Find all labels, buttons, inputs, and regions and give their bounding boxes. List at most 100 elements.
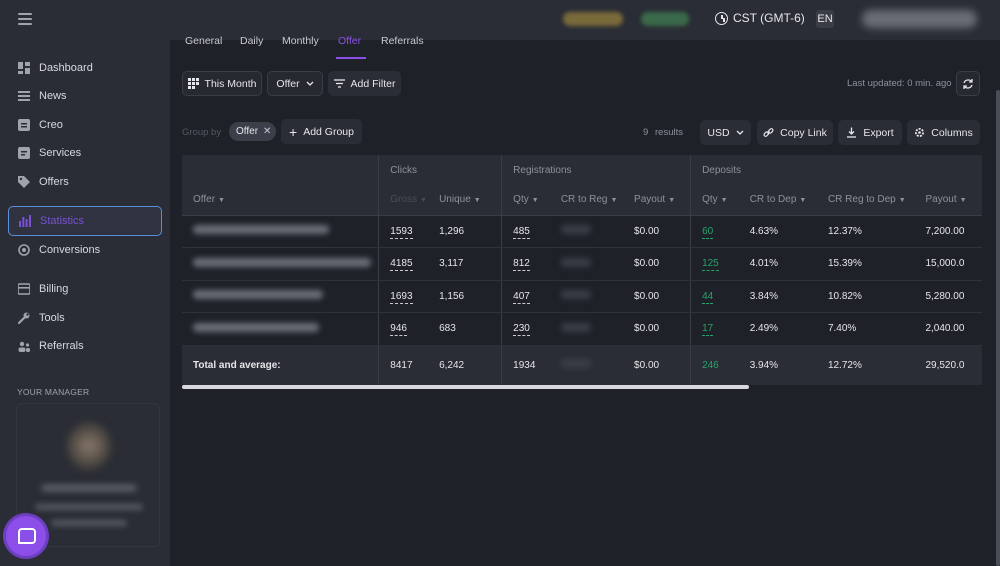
col-unique[interactable]: Unique ▼ bbox=[437, 185, 503, 216]
sidebar-item-billing[interactable]: Billing bbox=[8, 275, 162, 303]
sidebar-item-label: Tools bbox=[39, 312, 65, 324]
col-reg-qty[interactable]: Qty ▼ bbox=[501, 185, 550, 216]
clock-icon bbox=[715, 11, 728, 25]
col-dep-qty[interactable]: Qty ▼ bbox=[690, 185, 739, 216]
table-horizontal-scrollbar[interactable] bbox=[182, 385, 749, 389]
timezone-selector[interactable]: CST (GMT-6) bbox=[715, 11, 805, 25]
reg-qty-value: 230 bbox=[513, 323, 530, 337]
sidebar-item-services[interactable]: Services bbox=[8, 139, 162, 167]
gross-value: 4185 bbox=[390, 258, 413, 272]
col-dep-payout-label: Payout bbox=[925, 194, 957, 206]
link-icon bbox=[763, 128, 774, 137]
sidebar: Dashboard News Creo Services Offers Stat… bbox=[0, 40, 170, 566]
reg-qty-cell[interactable]: 812 bbox=[501, 247, 550, 281]
col-gross[interactable]: Gross ▼ bbox=[378, 185, 438, 216]
sidebar-item-statistics[interactable]: Statistics bbox=[8, 206, 162, 236]
offer-name[interactable] bbox=[182, 280, 380, 313]
manager-name bbox=[41, 484, 137, 492]
wrench-icon bbox=[18, 312, 30, 324]
dep-qty-cell[interactable]: 17 bbox=[690, 312, 739, 346]
sidebar-item-news[interactable]: News bbox=[8, 82, 162, 110]
sidebar-item-referrals[interactable]: Referrals bbox=[8, 332, 162, 360]
offer-name[interactable] bbox=[182, 215, 380, 248]
col-dep-qty-label: Qty bbox=[702, 194, 718, 206]
columns-label: Columns bbox=[931, 126, 973, 139]
cr-to-dep-value: 4.01% bbox=[738, 247, 817, 281]
menu-icon[interactable] bbox=[18, 13, 32, 25]
tab-offer[interactable]: Offer bbox=[338, 35, 361, 47]
reg-qty-cell[interactable]: 230 bbox=[501, 312, 550, 346]
sort-caret-icon: ▼ bbox=[959, 197, 967, 205]
sidebar-item-offers[interactable]: Offers bbox=[8, 168, 162, 196]
gross-cell[interactable]: 1593 bbox=[378, 215, 438, 248]
cr-to-dep-value: 2.49% bbox=[738, 312, 817, 346]
filter-icon bbox=[333, 79, 345, 88]
currency-value: USD bbox=[707, 126, 730, 139]
col-cr-reg-to-dep-label: CR Reg to Dep bbox=[827, 194, 896, 206]
tab-daily[interactable]: Daily bbox=[240, 35, 263, 47]
tab-monthly[interactable]: Monthly bbox=[282, 35, 319, 47]
cr-to-dep-value: 3.84% bbox=[738, 280, 817, 313]
table-row: 1693 1,156 407 $0.00 44 3.84% 10.82% 5,2… bbox=[182, 280, 982, 313]
copy-link-button[interactable]: Copy Link bbox=[757, 120, 833, 145]
dep-qty-value: 44 bbox=[702, 290, 714, 304]
sort-caret-icon: ▼ bbox=[799, 197, 807, 205]
col-offer[interactable]: Offer ▼ bbox=[182, 185, 380, 216]
sidebar-item-conversions[interactable]: Conversions bbox=[8, 236, 162, 264]
dep-qty-cell[interactable]: 60 bbox=[690, 215, 739, 248]
col-cr-reg-to-dep[interactable]: CR Reg to Dep ▼ bbox=[816, 185, 915, 216]
period-button[interactable]: This Month bbox=[182, 71, 262, 96]
gross-value: 1693 bbox=[390, 290, 413, 304]
reg-payout-value: $0.00 bbox=[628, 280, 692, 313]
currency-select[interactable]: USD bbox=[700, 120, 751, 145]
user-menu[interactable] bbox=[862, 10, 977, 28]
chat-button[interactable] bbox=[6, 516, 46, 556]
col-dep-payout[interactable]: Payout ▼ bbox=[914, 185, 982, 216]
col-reg-payout[interactable]: Payout ▼ bbox=[628, 185, 692, 216]
tab-general[interactable]: General bbox=[185, 35, 222, 47]
gross-cell[interactable]: 4185 bbox=[378, 247, 438, 281]
group-registrations: Registrations bbox=[501, 155, 692, 185]
refresh-icon bbox=[963, 78, 973, 89]
offer-name[interactable] bbox=[182, 312, 380, 346]
add-filter-button[interactable]: Add Filter bbox=[328, 71, 401, 96]
dep-qty-cell[interactable]: 44 bbox=[690, 280, 739, 313]
total-cr-reg-to-dep: 12.72% bbox=[816, 345, 915, 385]
dep-payout-value: 7,200.00 bbox=[914, 215, 982, 248]
refresh-button[interactable] bbox=[956, 71, 980, 96]
gross-cell[interactable]: 946 bbox=[378, 312, 438, 346]
dep-qty-cell[interactable]: 125 bbox=[690, 247, 739, 281]
dep-payout-value: 5,280.00 bbox=[914, 280, 982, 313]
total-cr-to-dep: 3.94% bbox=[738, 345, 817, 385]
add-group-button[interactable]: + Add Group bbox=[281, 119, 362, 144]
total-row: Total and average: 8417 6,242 1934 $0.00… bbox=[182, 345, 982, 385]
offer-name[interactable] bbox=[182, 247, 380, 281]
dep-qty-value: 125 bbox=[702, 258, 719, 272]
column-group-header: Clicks Registrations Deposits bbox=[182, 155, 982, 185]
sidebar-item-dashboard[interactable]: Dashboard bbox=[8, 54, 162, 82]
page-vertical-scrollbar[interactable] bbox=[996, 90, 1000, 566]
close-icon[interactable]: ✕ bbox=[263, 126, 271, 137]
language-selector[interactable]: EN bbox=[816, 10, 834, 28]
export-button[interactable]: Export bbox=[838, 120, 902, 145]
dep-payout-value: 2,040.00 bbox=[914, 312, 982, 346]
sort-caret-icon: ▼ bbox=[668, 197, 676, 205]
results-count: 9 bbox=[643, 127, 649, 138]
sidebar-item-creo[interactable]: Creo bbox=[8, 111, 162, 139]
cr-reg-to-dep-value: 7.40% bbox=[816, 312, 915, 346]
group-select[interactable]: Offer bbox=[267, 71, 323, 96]
reg-qty-cell[interactable]: 407 bbox=[501, 280, 550, 313]
gross-cell[interactable]: 1693 bbox=[378, 280, 438, 313]
tab-referrals[interactable]: Referrals bbox=[381, 35, 424, 47]
column-header-row: Offer ▼ Gross ▼ Unique ▼ Qty ▼ CR to Reg ▼ Pa… bbox=[182, 185, 982, 216]
sidebar-item-tools[interactable]: Tools bbox=[8, 304, 162, 332]
col-cr-to-dep[interactable]: CR to Dep ▼ bbox=[738, 185, 817, 216]
col-cr-to-reg[interactable]: CR to Reg ▼ bbox=[549, 185, 629, 216]
cr-reg-to-dep-value: 12.37% bbox=[816, 215, 915, 248]
cr-reg-to-dep-value: 15.39% bbox=[816, 247, 915, 281]
total-dep-qty: 246 bbox=[690, 345, 739, 385]
columns-button[interactable]: Columns bbox=[907, 120, 980, 145]
balance-badge bbox=[563, 12, 623, 26]
reg-qty-cell[interactable]: 485 bbox=[501, 215, 550, 248]
group-chip: Offer ✕ bbox=[229, 122, 276, 141]
